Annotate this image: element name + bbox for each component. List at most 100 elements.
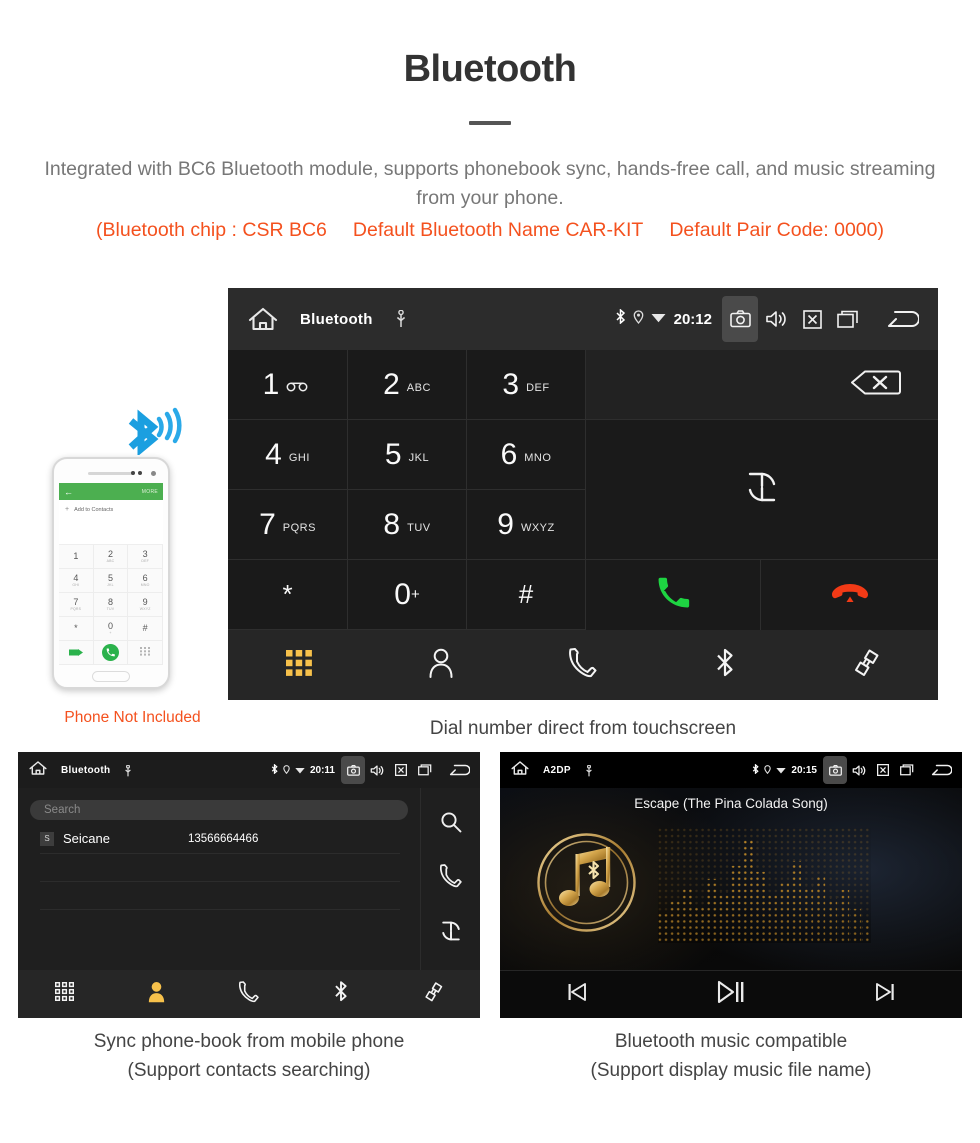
dial-key-letters: GHI [288,452,310,464]
dial-key-3[interactable]: 3 DEF [467,350,586,420]
phonebook-body: Search S Seicane 13566664466 [18,788,480,970]
dial-key-4[interactable]: 4 GHI [228,420,348,490]
nav-pair-link[interactable] [796,630,938,700]
close-box-icon[interactable] [794,296,830,342]
bluetooth-icon [714,647,736,684]
contact-row[interactable]: S Seicane 13566664466 [40,824,400,854]
phone-key-num: # [142,623,148,633]
camera-icon[interactable] [341,756,365,784]
nav-pair-link[interactable] [388,981,480,1008]
sync-icon[interactable] [440,920,462,947]
statusbar: Bluetooth 20:12 [228,288,938,350]
usb-icon [395,309,407,328]
dial-key-hash[interactable]: # [467,560,586,630]
nav-bluetooth[interactable] [295,980,387,1008]
back-arrow-icon[interactable] [880,296,924,342]
previous-track-button[interactable] [500,982,654,1007]
recents-icon[interactable] [830,296,866,342]
statusbar-right: 20:12 [615,296,924,342]
dial-key-digit: 6 [500,437,518,471]
plus-icon: + [65,506,70,513]
back-arrow-icon[interactable] [445,756,473,784]
hangup-button[interactable] [761,560,938,630]
contacts-list: Search S Seicane 13566664466 [18,788,420,970]
nav-bluetooth[interactable] [654,630,796,700]
call-button[interactable] [586,560,761,630]
camera-icon[interactable] [722,296,758,342]
nav-contacts[interactable] [110,981,202,1008]
close-box-icon[interactable] [389,756,413,784]
phone-call-key [93,641,129,665]
location-icon [283,761,290,779]
statusbar-clock: 20:12 [673,310,712,328]
contact-initial-badge: S [40,831,54,846]
back-arrow-icon[interactable] [927,756,955,784]
nav-contacts[interactable] [370,630,512,700]
home-icon[interactable] [29,760,47,781]
nav-call-log[interactable] [512,630,654,700]
call-icon[interactable] [439,864,462,893]
dial-key-1[interactable]: 1 [228,350,348,420]
dial-key-star[interactable]: * [228,560,348,630]
phone-key-num: 3 [142,549,148,559]
dial-key-plus: + [410,586,420,603]
sync-button[interactable] [586,420,938,560]
home-icon[interactable] [248,306,278,332]
dial-key-digit: 1 [262,367,280,401]
recents-icon[interactable] [413,756,437,784]
dial-key-5[interactable]: 5 JKL [348,420,467,490]
phone-key-sub: TUV [106,607,115,611]
phone-key-sub: MNO [140,583,150,587]
phone-key: 6 MNO [128,569,163,593]
volume-icon[interactable] [847,756,871,784]
bluetooth-icon [752,761,760,779]
dialer-screenshot: Bluetooth 20:12 1 2 ABC 3 DEF 4 GHI 5 JK… [228,288,938,700]
recents-icon[interactable] [895,756,919,784]
phone-key-num: 6 [142,573,148,583]
contacts-icon [147,981,166,1008]
nav-dialpad[interactable] [18,982,110,1006]
phone-key: # [128,617,163,641]
dial-key-digit: 3 [502,367,520,401]
volume-icon[interactable] [758,296,794,342]
dial-key-6[interactable]: 6 MNO [467,420,586,490]
search-icon[interactable] [440,811,462,838]
phone-key-sub: PQRS [70,607,82,611]
search-input[interactable]: Search [30,800,408,820]
play-pause-button[interactable] [654,980,808,1009]
dial-key-0[interactable]: 0 + [348,560,467,630]
camera-icon[interactable] [823,756,847,784]
dial-key-letters: PQRS [282,522,316,534]
dialpad-grid: 1 2 ABC 3 DEF 4 GHI 5 JKL 6 MNO 7 PQRS 8… [228,350,938,630]
phone-key-num: 7 [73,597,79,607]
phone-key: 8 TUV [93,593,129,617]
music-controls [500,970,962,1018]
volume-icon[interactable] [365,756,389,784]
contact-number: 13566664466 [187,832,259,845]
back-arrow-icon: ← [64,486,73,497]
dialpad-icon [128,641,163,665]
phone-key-sub: ABC [106,559,115,563]
home-icon[interactable] [511,760,529,781]
backspace-button[interactable] [586,350,938,420]
dial-key-digit: * [282,579,293,609]
phone-key: 2 ABC [93,545,129,569]
location-icon [633,309,644,329]
statusbar-clock: 20:15 [791,764,817,776]
hangup-icon [830,581,870,610]
next-track-button[interactable] [808,982,962,1007]
contacts-icon [428,648,454,683]
bluetooth-icon [333,980,349,1008]
contact-row-empty [40,854,400,882]
phone-key-num: 8 [107,597,113,607]
nav-dialpad[interactable] [228,630,370,700]
nav-call-log[interactable] [203,980,295,1008]
dial-key-2[interactable]: 2 ABC [348,350,467,420]
dial-key-9[interactable]: 9 WXYZ [467,490,586,560]
dial-key-letters: WXYZ [520,522,555,534]
close-box-icon[interactable] [871,756,895,784]
dial-key-8[interactable]: 8 TUV [348,490,467,560]
dial-key-7[interactable]: 7 PQRS [228,490,348,560]
phonebook-caption: Sync phone-book from mobile phone (Suppo… [18,1027,480,1085]
phone-key: 9 WXYZ [128,593,163,617]
